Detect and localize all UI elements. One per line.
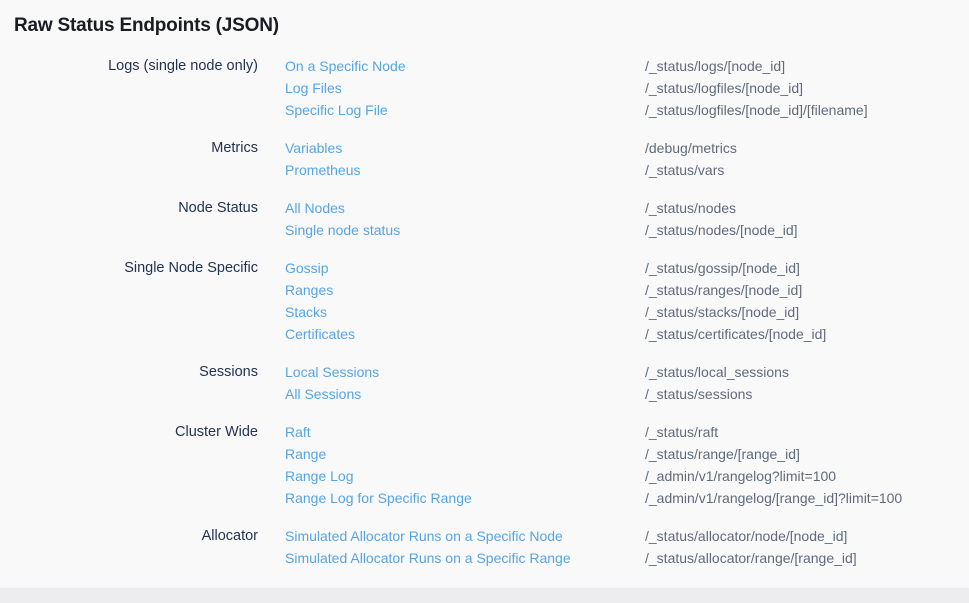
- category-label: Allocator: [0, 525, 258, 547]
- category-label: Node Status: [0, 197, 258, 219]
- endpoint-link[interactable]: Prometheus: [285, 159, 645, 181]
- endpoint-link[interactable]: Gossip: [285, 257, 645, 279]
- endpoint-path: /_status/stacks/[node_id]: [645, 301, 799, 323]
- category-label: Cluster Wide: [0, 421, 258, 443]
- endpoint-path: /_admin/v1/rangelog/[range_id]?limit=100: [645, 487, 902, 509]
- endpoint-path: /_status/nodes: [645, 197, 736, 219]
- endpoint-link[interactable]: Specific Log File: [285, 99, 645, 121]
- entry-list: Local Sessions /_status/local_sessions A…: [285, 361, 969, 405]
- endpoint-path: /debug/metrics: [645, 137, 737, 159]
- entry-list: On a Specific Node /_status/logs/[node_i…: [285, 55, 969, 121]
- endpoint-path: /_status/vars: [645, 159, 724, 181]
- endpoint-entry: Certificates /_status/certificates/[node…: [285, 323, 969, 345]
- endpoint-link[interactable]: Raft: [285, 421, 645, 443]
- endpoint-link[interactable]: Variables: [285, 137, 645, 159]
- endpoint-path: /_status/sessions: [645, 383, 752, 405]
- endpoint-entry: Log Files /_status/logfiles/[node_id]: [285, 77, 969, 99]
- endpoint-entry: Ranges /_status/ranges/[node_id]: [285, 279, 969, 301]
- endpoint-path: /_status/allocator/node/[node_id]: [645, 525, 847, 547]
- endpoint-entry: Simulated Allocator Runs on a Specific N…: [285, 525, 969, 547]
- category-label: Single Node Specific: [0, 257, 258, 279]
- endpoint-entry: All Sessions /_status/sessions: [285, 383, 969, 405]
- endpoint-link[interactable]: On a Specific Node: [285, 55, 645, 77]
- endpoint-entry: Simulated Allocator Runs on a Specific R…: [285, 547, 969, 569]
- endpoint-link[interactable]: Range: [285, 443, 645, 465]
- endpoint-entry: Variables /debug/metrics: [285, 137, 969, 159]
- endpoint-path: /_status/certificates/[node_id]: [645, 323, 826, 345]
- endpoint-groups: Logs (single node only) On a Specific No…: [0, 55, 969, 569]
- endpoint-entry: All Nodes /_status/nodes: [285, 197, 969, 219]
- endpoint-entry: Range Log for Specific Range /_admin/v1/…: [285, 487, 969, 509]
- endpoint-link[interactable]: All Nodes: [285, 197, 645, 219]
- entry-list: Variables /debug/metrics Prometheus /_st…: [285, 137, 969, 181]
- endpoint-entry: Specific Log File /_status/logfiles/[nod…: [285, 99, 969, 121]
- endpoint-link[interactable]: Certificates: [285, 323, 645, 345]
- endpoint-link[interactable]: Stacks: [285, 301, 645, 323]
- page-title: Raw Status Endpoints (JSON): [0, 0, 969, 39]
- endpoint-link[interactable]: All Sessions: [285, 383, 645, 405]
- endpoint-path: /_status/nodes/[node_id]: [645, 219, 798, 241]
- endpoint-link[interactable]: Range Log: [285, 465, 645, 487]
- endpoint-path: /_status/allocator/range/[range_id]: [645, 547, 857, 569]
- endpoint-path: /_admin/v1/rangelog?limit=100: [645, 465, 836, 487]
- entry-list: All Nodes /_status/nodes Single node sta…: [285, 197, 969, 241]
- endpoint-link[interactable]: Simulated Allocator Runs on a Specific N…: [285, 525, 645, 547]
- endpoint-link[interactable]: Ranges: [285, 279, 645, 301]
- endpoint-link[interactable]: Local Sessions: [285, 361, 645, 383]
- footer-strip: [0, 588, 969, 603]
- endpoint-entry: Prometheus /_status/vars: [285, 159, 969, 181]
- entry-list: Gossip /_status/gossip/[node_id] Ranges …: [285, 257, 969, 345]
- endpoint-entry: On a Specific Node /_status/logs/[node_i…: [285, 55, 969, 77]
- endpoint-group: Allocator Simulated Allocator Runs on a …: [0, 525, 969, 569]
- category-label: Sessions: [0, 361, 258, 383]
- endpoint-path: /_status/raft: [645, 421, 718, 443]
- endpoint-path: /_status/logfiles/[node_id]/[filename]: [645, 99, 868, 121]
- endpoint-link[interactable]: Log Files: [285, 77, 645, 99]
- category-label: Logs (single node only): [0, 55, 258, 77]
- category-label: Metrics: [0, 137, 258, 159]
- endpoint-entry: Single node status /_status/nodes/[node_…: [285, 219, 969, 241]
- endpoint-path: /_status/local_sessions: [645, 361, 789, 383]
- endpoint-path: /_status/logfiles/[node_id]: [645, 77, 803, 99]
- entry-list: Raft /_status/raft Range /_status/range/…: [285, 421, 969, 509]
- endpoint-group: Metrics Variables /debug/metrics Prometh…: [0, 137, 969, 181]
- entry-list: Simulated Allocator Runs on a Specific N…: [285, 525, 969, 569]
- endpoint-entry: Gossip /_status/gossip/[node_id]: [285, 257, 969, 279]
- endpoint-entry: Range Log /_admin/v1/rangelog?limit=100: [285, 465, 969, 487]
- endpoint-group: Single Node Specific Gossip /_status/gos…: [0, 257, 969, 345]
- endpoint-path: /_status/gossip/[node_id]: [645, 257, 800, 279]
- endpoint-group: Sessions Local Sessions /_status/local_s…: [0, 361, 969, 405]
- endpoint-path: /_status/ranges/[node_id]: [645, 279, 802, 301]
- debug-endpoints-page: Raw Status Endpoints (JSON) Logs (single…: [0, 0, 969, 603]
- endpoint-group: Logs (single node only) On a Specific No…: [0, 55, 969, 121]
- endpoint-group: Cluster Wide Raft /_status/raft Range /_…: [0, 421, 969, 509]
- endpoint-entry: Local Sessions /_status/local_sessions: [285, 361, 969, 383]
- endpoint-entry: Stacks /_status/stacks/[node_id]: [285, 301, 969, 323]
- endpoint-entry: Range /_status/range/[range_id]: [285, 443, 969, 465]
- endpoint-link[interactable]: Simulated Allocator Runs on a Specific R…: [285, 547, 645, 569]
- endpoint-entry: Raft /_status/raft: [285, 421, 969, 443]
- endpoint-group: Node Status All Nodes /_status/nodes Sin…: [0, 197, 969, 241]
- endpoint-link[interactable]: Single node status: [285, 219, 645, 241]
- endpoint-link[interactable]: Range Log for Specific Range: [285, 487, 645, 509]
- endpoint-path: /_status/logs/[node_id]: [645, 55, 785, 77]
- endpoint-path: /_status/range/[range_id]: [645, 443, 800, 465]
